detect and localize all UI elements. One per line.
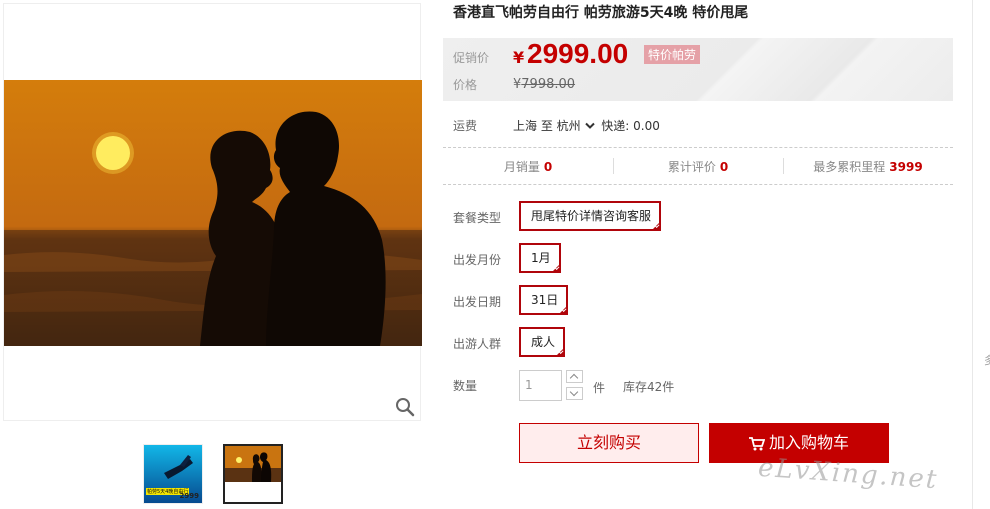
departure-date-option[interactable]: 31日 xyxy=(519,285,569,315)
cart-icon xyxy=(748,436,765,450)
stat-reviews[interactable]: 累计评价 0 xyxy=(613,157,783,175)
main-image-container xyxy=(3,3,422,421)
selected-check-icon xyxy=(555,347,566,357)
quantity-input[interactable]: 1 xyxy=(519,370,562,401)
watermark: eLvXing.net xyxy=(757,452,940,496)
option-value: 31日 xyxy=(531,293,559,307)
quantity-increase-button[interactable] xyxy=(566,370,583,383)
promo-badge: 特价帕劳 xyxy=(644,45,701,64)
add-to-cart-label: 加入购物车 xyxy=(768,433,849,452)
stat-value: 0 xyxy=(719,159,729,174)
stat-label: 累计评价 xyxy=(667,159,716,174)
traveler-type-label: 出游人群 xyxy=(453,337,502,351)
departure-date-label: 出发日期 xyxy=(453,295,502,309)
quantity-decrease-button[interactable] xyxy=(566,387,583,400)
price-panel: 促销价 ¥ 2999.00 特价帕劳 价格 ¥7998.00 xyxy=(443,38,953,101)
stat-value: 0 xyxy=(543,159,553,174)
promo-price: 2999.00 xyxy=(527,38,629,69)
shipping-label: 运费 xyxy=(453,119,478,133)
stat-monthly-sales: 月销量 0 xyxy=(443,158,613,175)
selected-check-icon xyxy=(651,221,662,231)
original-price-value: 7998.00 xyxy=(521,77,576,92)
quantity-unit: 件 xyxy=(593,381,606,395)
selected-check-icon xyxy=(550,263,561,273)
thumbnail-diver[interactable]: 帕劳5天4晚自由行 2999 xyxy=(143,444,203,504)
panel-divider xyxy=(972,0,973,509)
thumbnail-couple[interactable] xyxy=(223,444,283,504)
selected-check-icon xyxy=(558,305,569,315)
thumbnail-price: 2999 xyxy=(179,492,199,500)
sales-stats: 月销量 0 累计评价 0 最多累积里程 3999 xyxy=(443,147,953,185)
promo-price-label: 促销价 xyxy=(453,51,490,65)
shipping-express: 快递: 0.00 xyxy=(601,119,660,133)
magnifier-icon[interactable] xyxy=(394,396,416,418)
stat-label: 最多累积里程 xyxy=(813,159,886,174)
product-title: 香港直飞帕劳自由行 帕劳旅游5天4晚 特价甩尾 xyxy=(453,5,749,21)
shipping-route[interactable]: 上海 至 杭州 xyxy=(513,119,581,133)
original-price: ¥7998.00 xyxy=(513,77,575,92)
traveler-type-option[interactable]: 成人 xyxy=(519,327,566,357)
buy-now-button[interactable]: 立刻购买 xyxy=(519,423,699,463)
chevron-down-icon[interactable] xyxy=(585,122,596,130)
shipping-info: 上海 至 杭州 快递: 0.00 xyxy=(513,117,660,134)
departure-month-option[interactable]: 1月 xyxy=(519,243,561,273)
option-value: 成人 xyxy=(531,335,556,349)
package-type-label: 套餐类型 xyxy=(453,211,502,225)
departure-month-label: 出发月份 xyxy=(453,253,502,267)
package-type-option[interactable]: 甩尾特价详情咨询客服 xyxy=(519,201,662,231)
option-value: 甩尾特价详情咨询客服 xyxy=(531,209,652,223)
option-value: 1月 xyxy=(531,251,551,265)
thumbnail-strip: 帕劳5天4晚自由行 2999 xyxy=(143,444,283,504)
quantity-label: 数量 xyxy=(453,379,478,393)
stat-label: 月销量 xyxy=(503,159,540,174)
main-product-image[interactable] xyxy=(4,80,422,346)
original-price-label: 价格 xyxy=(453,78,478,92)
stat-value: 3999 xyxy=(889,159,923,174)
promo-currency: ¥ xyxy=(513,48,525,67)
stat-mileage: 最多累积里程 3999 xyxy=(783,157,953,175)
stock-count: 库存42件 xyxy=(623,380,675,394)
edge-text: 多 xyxy=(984,354,990,367)
